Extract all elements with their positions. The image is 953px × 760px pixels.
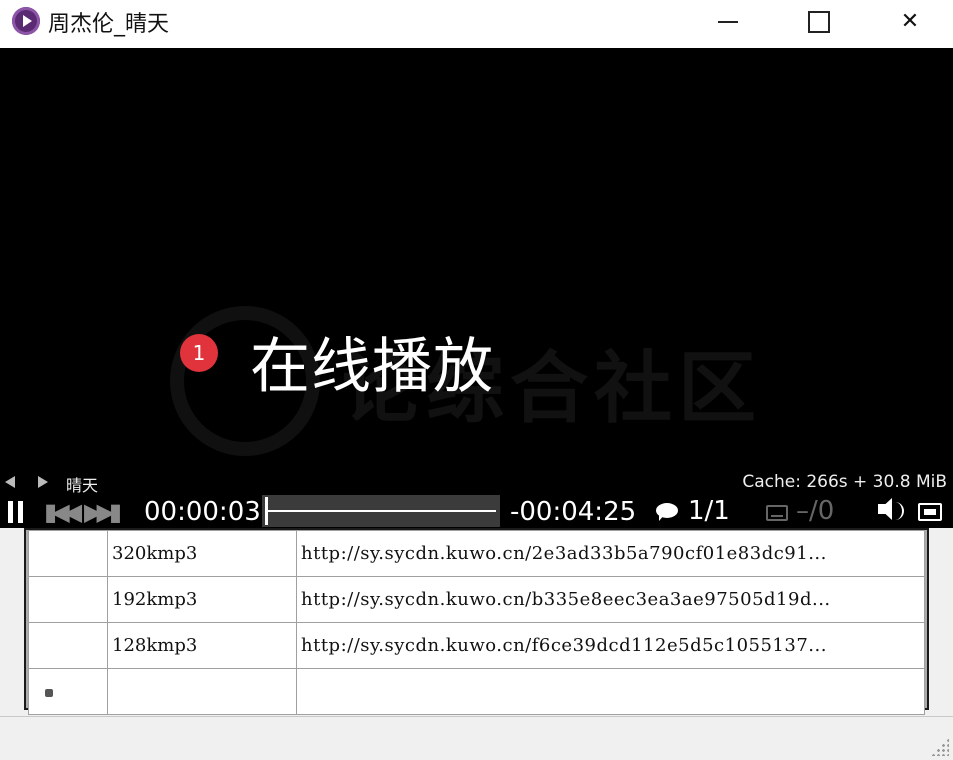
data-grid[interactable]: 320kmp3 http://sy.sycdn.kuwo.cn/2e3ad33b…	[24, 528, 929, 715]
online-play-label: 在线播放	[250, 332, 494, 402]
divider	[0, 716, 953, 717]
row-header[interactable]	[28, 576, 108, 623]
quality-cell[interactable]	[107, 668, 297, 715]
playlist-prev-icon[interactable]	[5, 476, 15, 488]
volume-icon[interactable]	[878, 498, 892, 520]
cache-info: Cache: 266s + 30.8 MiB	[742, 472, 947, 492]
subtitle-track[interactable]: –/0	[796, 496, 834, 526]
video-area[interactable]: 论综合社区 1 在线播放	[0, 48, 953, 468]
elapsed-time[interactable]: 00:00:03	[144, 497, 261, 527]
playlist-next-icon[interactable]	[38, 476, 48, 488]
step-number-badge: 1	[180, 334, 218, 372]
row-header[interactable]	[28, 530, 108, 577]
row-header[interactable]	[28, 622, 108, 669]
seek-track	[266, 510, 496, 512]
skip-forward-icon[interactable]: ▶▶▮	[84, 498, 122, 526]
window-title: 周杰伦_晴天	[48, 12, 170, 37]
fullscreen-icon[interactable]	[918, 503, 942, 521]
resize-grip-icon[interactable]	[931, 738, 949, 756]
url-cell[interactable]	[296, 668, 925, 715]
minimize-icon	[718, 21, 738, 23]
quality-cell[interactable]: 320kmp3	[107, 530, 297, 577]
new-row-icon	[45, 689, 53, 697]
url-cell[interactable]: http://sy.sycdn.kuwo.cn/b335e8eec3ea3ae9…	[296, 576, 925, 623]
url-cell[interactable]: http://sy.sycdn.kuwo.cn/2e3ad33b5a790cf0…	[296, 530, 925, 577]
table-row[interactable]: 128kmp3 http://sy.sycdn.kuwo.cn/f6ce39dc…	[28, 622, 925, 669]
player-app-icon	[12, 7, 40, 35]
pause-button[interactable]	[8, 501, 24, 523]
volume-waves-icon	[890, 502, 904, 520]
maximize-icon	[808, 11, 830, 33]
title-bar[interactable]: 周杰伦_晴天 ✕	[0, 0, 953, 48]
row-header[interactable]	[28, 668, 108, 715]
media-player-window: 周杰伦_晴天 ✕ 论综合社区 1 在线播放 晴天 Cache: 266s + 3…	[0, 0, 953, 528]
maximize-button[interactable]	[795, 0, 841, 48]
close-icon: ✕	[900, 9, 920, 34]
back-form: 320kmp3 http://sy.sycdn.kuwo.cn/2e3ad33b…	[0, 528, 953, 760]
url-cell[interactable]: http://sy.sycdn.kuwo.cn/f6ce39dcd112e5d5…	[296, 622, 925, 669]
close-button[interactable]: ✕	[887, 0, 933, 48]
quality-url-table: 320kmp3 http://sy.sycdn.kuwo.cn/2e3ad33b…	[28, 530, 925, 715]
remaining-time[interactable]: -00:04:25	[510, 497, 636, 527]
quality-cell[interactable]: 128kmp3	[107, 622, 297, 669]
player-controls: 晴天 Cache: 266s + 30.8 MiB ▮◀◀ ▶▶▮ 00:00:…	[0, 468, 953, 528]
minimize-button[interactable]	[703, 0, 749, 48]
seek-bar[interactable]	[262, 495, 500, 527]
playlist-icon[interactable]	[656, 503, 678, 521]
table-row[interactable]: 192kmp3 http://sy.sycdn.kuwo.cn/b335e8ee…	[28, 576, 925, 623]
new-row[interactable]	[28, 668, 925, 715]
quality-cell[interactable]: 192kmp3	[107, 576, 297, 623]
skip-back-icon[interactable]: ▮◀◀	[44, 498, 82, 526]
seek-handle[interactable]	[265, 497, 268, 525]
playlist-position[interactable]: 1/1	[688, 496, 730, 526]
track-name: 晴天	[66, 476, 99, 495]
table-row[interactable]: 320kmp3 http://sy.sycdn.kuwo.cn/2e3ad33b…	[28, 530, 925, 577]
subtitle-icon[interactable]	[766, 505, 788, 521]
